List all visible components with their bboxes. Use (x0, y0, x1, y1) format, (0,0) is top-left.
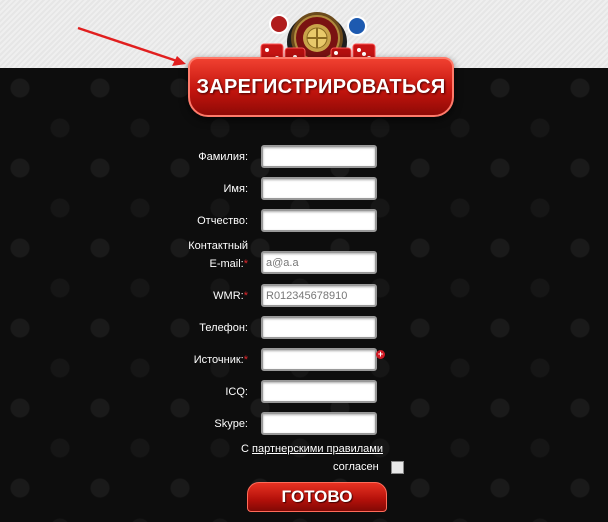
surname-input[interactable] (261, 145, 377, 168)
register-banner: ЗАРЕГИСТРИРОВАТЬСЯ (188, 57, 454, 117)
name-input[interactable] (261, 177, 377, 200)
source-label: Источник:* (193, 354, 248, 366)
patronymic-label: Отчество: (197, 215, 248, 227)
phone-label: Телефон: (199, 322, 248, 334)
required-mark: * (243, 290, 248, 302)
register-title: ЗАРЕГИСТРИРОВАТЬСЯ (196, 75, 446, 98)
partner-rules-link[interactable]: партнерскими правилами (252, 443, 383, 455)
icq-input[interactable] (261, 380, 377, 403)
plus-icon[interactable]: + (376, 350, 385, 359)
email-input[interactable] (261, 251, 377, 274)
red-arrow-icon (77, 26, 186, 66)
skype-input[interactable] (261, 412, 377, 435)
agree-suffix: согласен (333, 461, 379, 473)
patronymic-input[interactable] (261, 209, 377, 232)
wmr-input[interactable] (261, 284, 377, 307)
agree-text: С партнерскими правилами (241, 443, 383, 455)
agree-checkbox[interactable] (391, 461, 404, 474)
agree-prefix: С (241, 443, 249, 455)
wmr-label: WMR:* (213, 290, 248, 302)
required-mark: * (243, 354, 248, 366)
phone-input[interactable] (261, 316, 377, 339)
name-label: Имя: (223, 183, 248, 195)
skype-label: Skype: (214, 418, 248, 430)
source-input[interactable] (261, 348, 377, 371)
email-label-line1: Контактный (188, 240, 248, 252)
surname-label: Фамилия: (198, 151, 248, 163)
icq-label: ICQ: (225, 386, 248, 398)
required-mark: * (243, 258, 248, 270)
email-label: E-mail:* (209, 258, 248, 270)
submit-button[interactable]: ГОТОВО (247, 482, 387, 512)
